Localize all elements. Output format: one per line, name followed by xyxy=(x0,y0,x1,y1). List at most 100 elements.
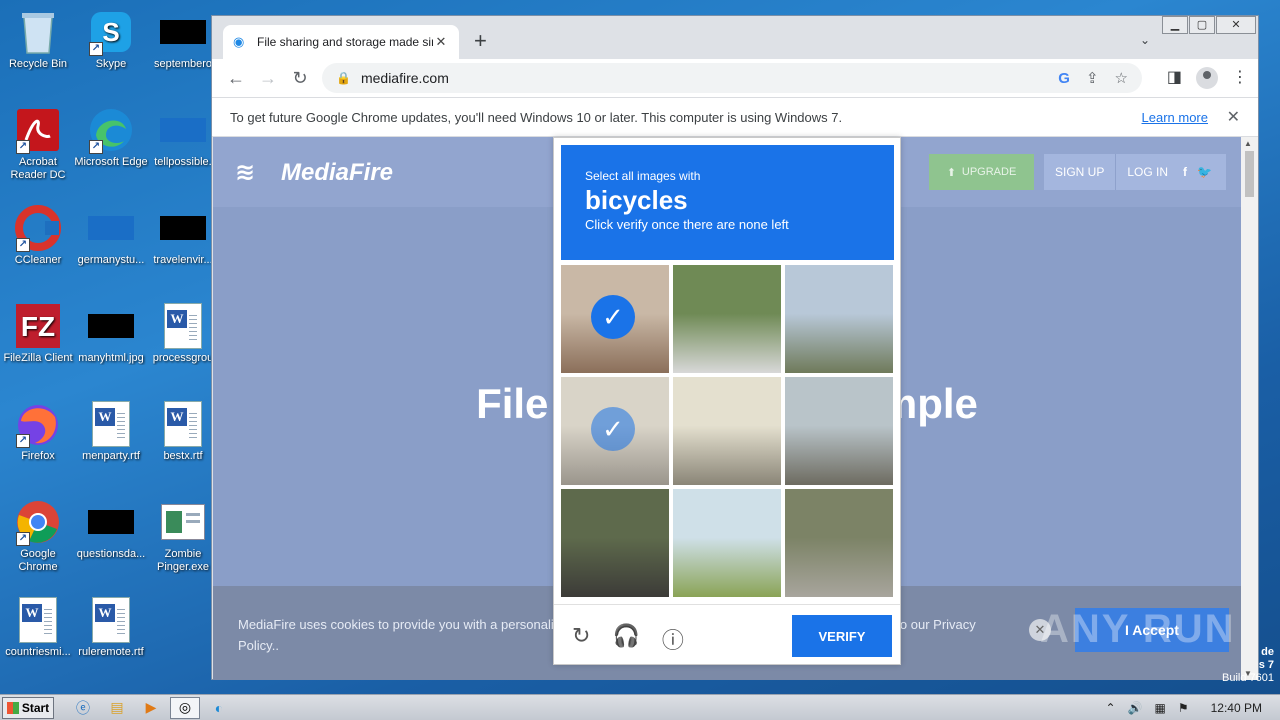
desktop-icon-travelenvir[interactable]: travelenvir... xyxy=(145,204,221,267)
forward-arrow-icon[interactable]: → xyxy=(252,68,284,89)
back-arrow-icon[interactable]: ← xyxy=(220,68,252,89)
file-icon xyxy=(159,106,207,154)
desktop-icon-zombie-pinger[interactable]: Zombie Pinger.exe xyxy=(145,498,221,574)
desktop-icon-ccleaner[interactable]: ↗ CCleaner xyxy=(0,204,76,267)
word-document-icon: W xyxy=(159,400,207,448)
desktop-icon-menparty[interactable]: W menparty.rtf xyxy=(73,400,149,463)
close-window-button[interactable]: ✕ xyxy=(1216,16,1256,34)
twitter-icon[interactable]: 🐦 xyxy=(1191,165,1218,179)
side-panel-icon[interactable]: ◨ xyxy=(1167,67,1182,89)
svg-text:FZ: FZ xyxy=(21,311,55,342)
upgrade-icon: ⬆ xyxy=(946,166,956,179)
desktop-icon-recycle-bin[interactable]: Recycle Bin xyxy=(0,8,76,71)
facebook-icon[interactable]: f xyxy=(1179,165,1191,179)
profile-avatar-icon[interactable] xyxy=(1196,67,1218,89)
desktop-icon-tellpossible[interactable]: tellpossible. xyxy=(145,106,221,169)
log-in-link[interactable]: LOG IN xyxy=(1116,165,1179,179)
shortcut-arrow-icon: ↗ xyxy=(16,434,30,448)
close-tab-icon[interactable]: ✕ xyxy=(433,34,449,50)
reload-icon[interactable]: ↻ xyxy=(284,68,316,89)
menu-kebab-icon[interactable]: ⋮ xyxy=(1232,67,1248,89)
windows-logo-icon xyxy=(6,701,19,714)
volume-icon[interactable]: 🔊 xyxy=(1128,701,1143,715)
firefox-icon: ↗ xyxy=(14,400,62,448)
google-lens-icon[interactable]: G xyxy=(1058,70,1070,87)
close-infobar-icon[interactable]: ✕ xyxy=(1227,107,1240,127)
desktop-icon-acrobat[interactable]: ↗ Acrobat Reader DC xyxy=(0,106,76,182)
desktop-icon-ruleremote[interactable]: W ruleremote.rtf xyxy=(73,596,149,659)
desktop-icon-manyhtml[interactable]: manyhtml.jpg xyxy=(73,302,149,365)
refresh-icon[interactable]: ↻ xyxy=(572,623,590,655)
desktop-icon-countriesmi[interactable]: W countriesmi... xyxy=(0,596,76,659)
start-button[interactable]: Start xyxy=(2,696,54,719)
tab-mediafire[interactable]: ◉ File sharing and storage made simple ✕ xyxy=(223,25,459,59)
recycle-bin-icon xyxy=(14,8,62,56)
taskbar-edge-icon[interactable]: ◐ xyxy=(204,697,234,719)
share-icon[interactable]: ⇪ xyxy=(1086,69,1099,87)
desktop-icon-questionsda[interactable]: questionsda... xyxy=(73,498,149,561)
action-center-flag-icon[interactable]: ⚑ xyxy=(1178,701,1189,715)
shortcut-arrow-icon: ↗ xyxy=(16,238,30,252)
page-scrollbar[interactable]: ▲ ▼ xyxy=(1241,137,1258,680)
shortcut-arrow-icon: ↗ xyxy=(16,140,30,154)
captcha-prompt: Select all images with bicycles Click ve… xyxy=(561,145,894,260)
captcha-tile[interactable] xyxy=(785,377,893,485)
system-tray: ⌃ 🔊 ▦ ⚑ 12:40 PM xyxy=(1106,695,1280,720)
shortcut-arrow-icon: ↗ xyxy=(89,140,103,154)
upgrade-button[interactable]: ⬆ UPGRADE xyxy=(929,154,1034,190)
bookmark-star-icon[interactable]: ☆ xyxy=(1115,69,1128,87)
captcha-tile[interactable] xyxy=(673,489,781,597)
scrollbar-thumb[interactable] xyxy=(1245,151,1254,197)
taskbar-explorer-icon[interactable]: ▤ xyxy=(102,697,132,719)
desktop-icon-firefox[interactable]: ↗ Firefox xyxy=(0,400,76,463)
desktop-icon-septembero[interactable]: septembero xyxy=(145,8,221,71)
address-bar[interactable]: 🔒 mediafire.com G ⇪ ☆ xyxy=(322,63,1142,93)
info-icon[interactable]: ⓘ xyxy=(662,623,684,655)
word-document-icon: W xyxy=(159,302,207,350)
filezilla-icon: FZ xyxy=(14,302,62,350)
tray-expand-icon[interactable]: ⌃ xyxy=(1106,701,1116,715)
update-infobar: To get future Google Chrome updates, you… xyxy=(212,97,1258,137)
new-tab-button[interactable]: + xyxy=(474,30,487,52)
svg-text:S: S xyxy=(102,17,119,47)
maximize-button[interactable]: ▢ xyxy=(1189,16,1215,34)
desktop-icon-bestx[interactable]: W bestx.rtf xyxy=(145,400,221,463)
network-icon[interactable]: ▦ xyxy=(1155,701,1166,715)
file-icon xyxy=(87,204,135,252)
clock[interactable]: 12:40 PM xyxy=(1211,701,1262,715)
file-icon xyxy=(87,498,135,546)
captcha-tile[interactable]: ✓ xyxy=(561,265,669,373)
tab-search-chevron-icon[interactable]: ⌄ xyxy=(1140,33,1150,47)
desktop-icon-skype[interactable]: S ↗ Skype xyxy=(73,8,149,71)
captcha-tile[interactable]: ✓ xyxy=(561,377,669,485)
shortcut-arrow-icon: ↗ xyxy=(89,42,103,56)
lock-icon: 🔒 xyxy=(336,71,351,85)
minimize-button[interactable]: ▁ xyxy=(1162,16,1188,34)
captcha-tile[interactable] xyxy=(785,489,893,597)
toolbar-right: ◨ ⋮ xyxy=(1167,67,1248,89)
desktop-icon-chrome[interactable]: ↗ Google Chrome xyxy=(0,498,76,574)
taskbar-chrome-icon[interactable]: ◎ xyxy=(170,696,200,719)
mediafire-favicon-icon: ◉ xyxy=(233,34,245,49)
mediafire-logo[interactable]: ≋ MediaFire xyxy=(235,159,393,187)
captcha-tile[interactable] xyxy=(785,265,893,373)
mediafire-flame-icon: ≋ xyxy=(235,159,256,186)
desktop-icon-filezilla[interactable]: FZ FileZilla Client xyxy=(0,302,76,365)
taskbar-media-player-icon[interactable]: ▶ xyxy=(136,697,166,719)
captcha-tile[interactable] xyxy=(561,489,669,597)
learn-more-link[interactable]: Learn more xyxy=(1142,110,1208,125)
scroll-up-icon[interactable]: ▲ xyxy=(1244,139,1252,148)
ccleaner-icon: ↗ xyxy=(14,204,62,252)
captcha-tile[interactable] xyxy=(673,377,781,485)
sign-up-link[interactable]: SIGN UP xyxy=(1044,165,1115,179)
captcha-footer: ↻ 🎧 ⓘ VERIFY xyxy=(554,604,900,666)
captcha-tile[interactable] xyxy=(673,265,781,373)
checkmark-icon: ✓ xyxy=(591,407,635,451)
desktop-icon-processgrou[interactable]: W processgrou xyxy=(145,302,221,365)
taskbar-ie-icon[interactable]: ⓔ xyxy=(68,697,98,719)
headphones-icon[interactable]: 🎧 xyxy=(612,623,639,655)
verify-button[interactable]: VERIFY xyxy=(792,615,892,657)
chrome-icon: ↗ xyxy=(14,498,62,546)
desktop-icon-germanystu[interactable]: germanystu... xyxy=(73,204,149,267)
desktop-icon-edge[interactable]: ↗ Microsoft Edge xyxy=(73,106,149,169)
